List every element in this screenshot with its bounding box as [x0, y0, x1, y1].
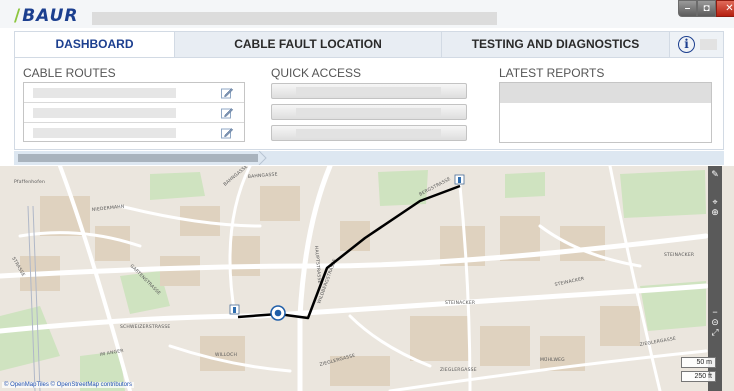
edit-icon[interactable] — [220, 126, 234, 140]
tab-cable-fault-location[interactable]: CABLE FAULT LOCATION — [175, 32, 442, 57]
fault-location-marker[interactable] — [270, 305, 286, 321]
quick-access-label — [296, 108, 441, 116]
scale-bar-imperial: 250 ft — [681, 371, 716, 382]
cable-routes-title: CABLE ROUTES — [23, 66, 116, 80]
street-label: WILLOCH — [215, 352, 237, 358]
quick-access-button[interactable] — [271, 83, 467, 99]
scale-bar-metric: 50 m — [681, 357, 716, 368]
minimize-button[interactable]: – — [678, 0, 697, 17]
main-tabs: DASHBOARD CABLE FAULT LOCATION TESTING A… — [14, 31, 724, 58]
breadcrumb — [14, 151, 724, 165]
logo-slash-icon: / — [14, 6, 22, 26]
edit-icon[interactable] — [220, 86, 234, 100]
route-start-marker[interactable] — [229, 304, 240, 315]
baur-logo: /BAUR — [14, 6, 78, 26]
quick-access-label — [296, 87, 441, 95]
logo-text: BAUR — [22, 6, 79, 26]
quick-access-button[interactable] — [271, 125, 467, 141]
street-label: STEINACKER — [664, 252, 694, 258]
street-label: MÜHLWEG — [540, 356, 565, 363]
cable-route-name — [33, 88, 176, 98]
breadcrumb-segment[interactable] — [18, 154, 258, 162]
pencil-icon[interactable]: ✎ — [709, 168, 721, 180]
dashboard-panel: CABLE ROUTES QUICK ACCESS LATEST REPORTS — [14, 58, 724, 150]
zoom-in-icon[interactable]: ⊕ — [709, 206, 721, 218]
tab-info[interactable]: i — [670, 32, 723, 57]
cable-routes-list — [23, 82, 245, 142]
maximize-button[interactable]: ◘ — [697, 0, 716, 17]
window-controls: – ◘ ✕ — [678, 0, 734, 17]
cable-route-name — [33, 108, 176, 118]
latest-reports-title: LATEST REPORTS — [499, 66, 605, 80]
route-end-marker[interactable] — [454, 174, 465, 185]
cable-route-map[interactable]: NIEDERMAHN BAHNGASSE BAHNGASSE HAUPTSTRA… — [0, 166, 734, 391]
tab-testing-and-diagnostics[interactable]: TESTING AND DIAGNOSTICS — [442, 32, 670, 57]
map-canvas[interactable]: NIEDERMAHN BAHNGASSE BAHNGASSE HAUPTSTRA… — [0, 166, 734, 391]
breadcrumb-chevron-icon — [258, 151, 267, 165]
report-item[interactable] — [500, 83, 711, 103]
title-bar: /BAUR – ◘ ✕ — [0, 0, 734, 28]
edit-icon[interactable] — [220, 106, 234, 120]
quick-access-button[interactable] — [271, 104, 467, 120]
fullscreen-icon[interactable]: ⤢ — [709, 326, 721, 338]
info-field — [700, 39, 717, 50]
cable-route-row[interactable] — [24, 103, 244, 123]
quick-access-title: QUICK ACCESS — [271, 66, 362, 80]
latest-reports-list — [499, 82, 712, 143]
map-attribution[interactable]: © OpenMapTiles © OpenStreetMap contribut… — [2, 382, 135, 388]
tab-dashboard[interactable]: DASHBOARD — [15, 32, 175, 57]
cable-route-row[interactable] — [24, 123, 244, 143]
area-label: Pfaffenhofen — [14, 179, 45, 185]
quick-access-label — [296, 129, 441, 137]
street-label: SCHWEIZERSTRASSE — [120, 324, 170, 330]
info-icon[interactable]: i — [678, 36, 695, 53]
close-button[interactable]: ✕ — [716, 0, 734, 17]
cable-route-name — [33, 128, 176, 138]
street-label: ZIEGLERGASSE — [440, 367, 477, 373]
street-label: STEINACKER — [445, 300, 475, 306]
cable-route-row[interactable] — [24, 83, 244, 103]
title-field — [92, 12, 497, 25]
